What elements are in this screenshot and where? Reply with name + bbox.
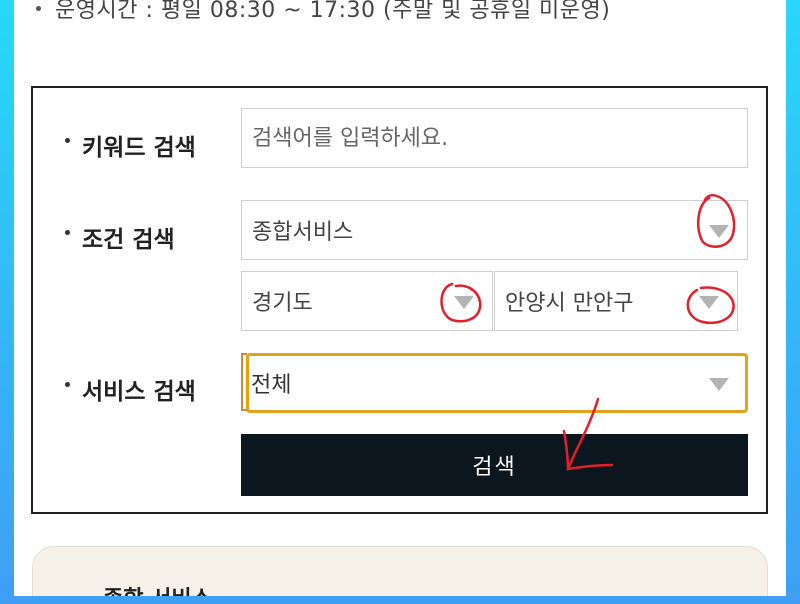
keyword-search-label-text: 키워드 검색 — [82, 135, 196, 161]
chevron-down-icon[interactable] — [454, 296, 474, 309]
region-select[interactable]: 경기도 — [241, 271, 493, 331]
service-search-label: 서비스 검색 — [65, 372, 196, 406]
keyword-input[interactable] — [252, 109, 747, 167]
bullet-icon — [36, 5, 41, 11]
region-select-value: 경기도 — [252, 291, 313, 316]
district-select-value: 안양시 만안구 — [505, 291, 634, 316]
screen: 운영시간 : 평일 08:30 ~ 17:30 (주말 및 공휴일 미운영) 키… — [14, 0, 786, 596]
condition-search-label: 조건 검색 — [65, 220, 175, 254]
condition-select[interactable]: 종합서비스 — [241, 200, 748, 260]
service-select-value: 전체 — [251, 373, 292, 398]
search-button[interactable]: 검색 — [241, 434, 748, 496]
operating-hours-text: 운영시간 : 평일 08:30 ~ 17:30 (주말 및 공휴일 미운영) — [55, 0, 611, 23]
service-select[interactable]: 전체 — [246, 353, 748, 413]
bullet-icon — [65, 138, 70, 143]
service-card[interactable]: 종합 서비스 — [32, 546, 768, 596]
keyword-search-label: 키워드 검색 — [65, 128, 196, 162]
keyword-input-box[interactable] — [241, 108, 748, 168]
service-card-title: 종합 서비스 — [103, 581, 212, 596]
condition-search-label-text: 조건 검색 — [82, 227, 175, 253]
condition-select-value: 종합서비스 — [252, 220, 354, 245]
bullet-icon — [65, 230, 70, 235]
service-search-label-text: 서비스 검색 — [82, 379, 196, 405]
operating-hours: 운영시간 : 평일 08:30 ~ 17:30 (주말 및 공휴일 미운영) — [36, 0, 610, 24]
bullet-icon — [65, 382, 70, 387]
search-panel: 키워드 검색 조건 검색 종합서비스 경기도 안양시 만안구 서비스 검색 전체 — [31, 86, 768, 514]
district-select[interactable]: 안양시 만안구 — [494, 271, 738, 331]
chevron-down-icon[interactable] — [709, 378, 729, 391]
focus-bracket — [241, 353, 247, 411]
chevron-down-icon[interactable] — [699, 296, 719, 309]
chevron-down-icon[interactable] — [709, 225, 729, 238]
